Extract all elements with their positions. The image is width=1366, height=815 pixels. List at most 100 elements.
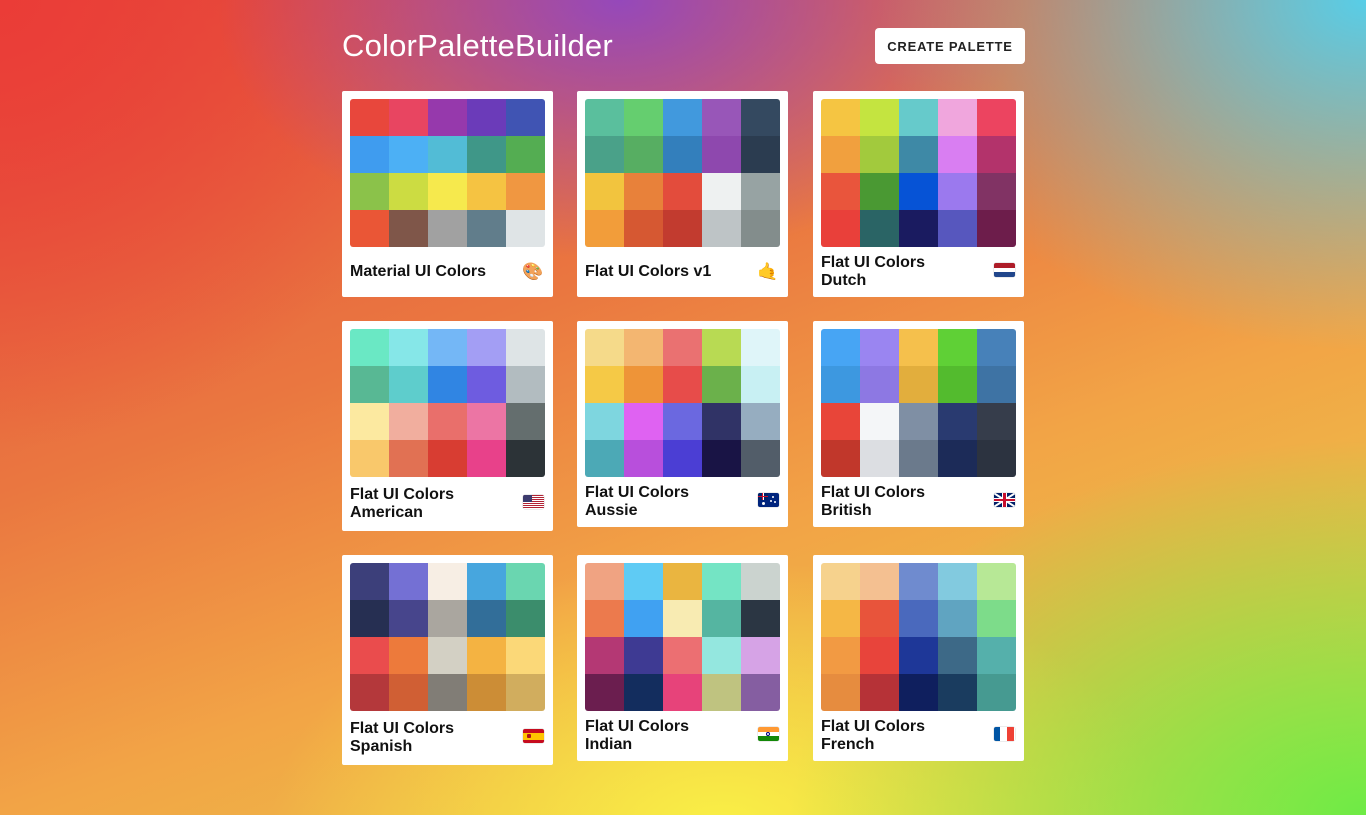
color-swatch	[350, 173, 389, 210]
palette-card[interactable]: Flat UI Colors v1 🤙	[577, 91, 788, 297]
australia-flag-icon	[756, 493, 780, 511]
color-swatch	[977, 136, 1016, 173]
color-swatch	[350, 210, 389, 247]
palette-card[interactable]: Flat UI Colors French	[813, 555, 1024, 761]
color-swatch	[938, 600, 977, 637]
palette-swatches	[821, 563, 1016, 711]
color-swatch	[389, 674, 428, 711]
color-swatch	[428, 403, 467, 440]
color-swatch	[624, 674, 663, 711]
color-swatch	[977, 403, 1016, 440]
color-swatch	[663, 329, 702, 366]
palette-name: Flat UI Colors Dutch	[821, 254, 926, 289]
palette-card[interactable]: Flat UI Colors Spanish	[342, 555, 553, 765]
color-swatch	[663, 99, 702, 136]
color-swatch	[663, 210, 702, 247]
france-flag-icon	[992, 727, 1016, 745]
color-swatch	[741, 99, 780, 136]
color-swatch	[428, 210, 467, 247]
color-swatch	[350, 329, 389, 366]
color-swatch	[663, 173, 702, 210]
color-swatch	[350, 136, 389, 173]
color-swatch	[899, 136, 938, 173]
color-swatch	[467, 600, 506, 637]
color-swatch	[428, 173, 467, 210]
color-swatch	[938, 674, 977, 711]
palette-card[interactable]: Material UI Colors 🎨	[342, 91, 553, 297]
color-swatch	[663, 674, 702, 711]
color-swatch	[860, 674, 899, 711]
india-flag-icon	[756, 727, 780, 745]
color-swatch	[624, 563, 663, 600]
palette-card[interactable]: Flat UI Colors Dutch	[813, 91, 1024, 297]
palette-card[interactable]: Flat UI Colors Indian	[577, 555, 788, 761]
color-swatch	[624, 637, 663, 674]
color-swatch	[428, 99, 467, 136]
color-swatch	[938, 366, 977, 403]
netherlands-flag-icon	[992, 263, 1016, 281]
palette-card[interactable]: Flat UI Colors Aussie	[577, 321, 788, 527]
color-swatch	[938, 173, 977, 210]
palette-card[interactable]: Flat UI Colors American	[342, 321, 553, 531]
color-swatch	[624, 173, 663, 210]
color-swatch	[467, 329, 506, 366]
color-swatch	[350, 99, 389, 136]
palette-card[interactable]: Flat UI Colors British	[813, 321, 1024, 527]
color-swatch	[389, 366, 428, 403]
color-swatch	[624, 366, 663, 403]
color-swatch	[624, 403, 663, 440]
color-swatch	[821, 674, 860, 711]
color-swatch	[428, 563, 467, 600]
color-swatch	[585, 637, 624, 674]
palette-icon: 🎨	[522, 262, 544, 282]
color-swatch	[702, 674, 741, 711]
create-palette-button[interactable]: CREATE PALETTE	[875, 28, 1025, 64]
palette-name: Flat UI Colors Indian	[585, 718, 690, 753]
color-swatch	[860, 99, 899, 136]
color-swatch	[506, 563, 545, 600]
color-swatch	[977, 173, 1016, 210]
color-swatch	[821, 136, 860, 173]
color-swatch	[585, 440, 624, 477]
color-swatch	[663, 563, 702, 600]
color-swatch	[585, 563, 624, 600]
color-swatch	[899, 173, 938, 210]
color-swatch	[467, 674, 506, 711]
color-swatch	[977, 329, 1016, 366]
app-title: ColorPaletteBuilder	[342, 27, 613, 63]
color-swatch	[821, 99, 860, 136]
palette-name: Flat UI Colors v1	[585, 263, 712, 280]
color-swatch	[350, 366, 389, 403]
palette-name: Material UI Colors	[350, 263, 487, 280]
color-swatch	[860, 366, 899, 403]
color-swatch	[821, 403, 860, 440]
color-swatch	[350, 440, 389, 477]
color-swatch	[938, 210, 977, 247]
color-swatch	[624, 210, 663, 247]
color-swatch	[977, 637, 1016, 674]
color-swatch	[428, 329, 467, 366]
color-swatch	[702, 440, 741, 477]
color-swatch	[663, 600, 702, 637]
call-me-hand-icon: 🤙	[757, 262, 779, 282]
palette-swatches	[350, 99, 545, 247]
color-swatch	[938, 563, 977, 600]
color-swatch	[506, 136, 545, 173]
color-swatch	[938, 329, 977, 366]
color-swatch	[350, 600, 389, 637]
nl-flag-graphic	[993, 263, 1015, 277]
color-swatch	[663, 440, 702, 477]
color-swatch	[350, 403, 389, 440]
color-swatch	[860, 210, 899, 247]
in-flag-graphic	[757, 727, 779, 741]
color-swatch	[624, 329, 663, 366]
color-swatch	[741, 563, 780, 600]
color-swatch	[741, 366, 780, 403]
header: ColorPaletteBuilder CREATE PALETTE	[342, 28, 1025, 64]
color-swatch	[467, 210, 506, 247]
color-swatch	[741, 674, 780, 711]
color-swatch	[977, 366, 1016, 403]
united-kingdom-flag-icon	[992, 493, 1016, 511]
color-swatch	[702, 329, 741, 366]
color-swatch	[702, 637, 741, 674]
